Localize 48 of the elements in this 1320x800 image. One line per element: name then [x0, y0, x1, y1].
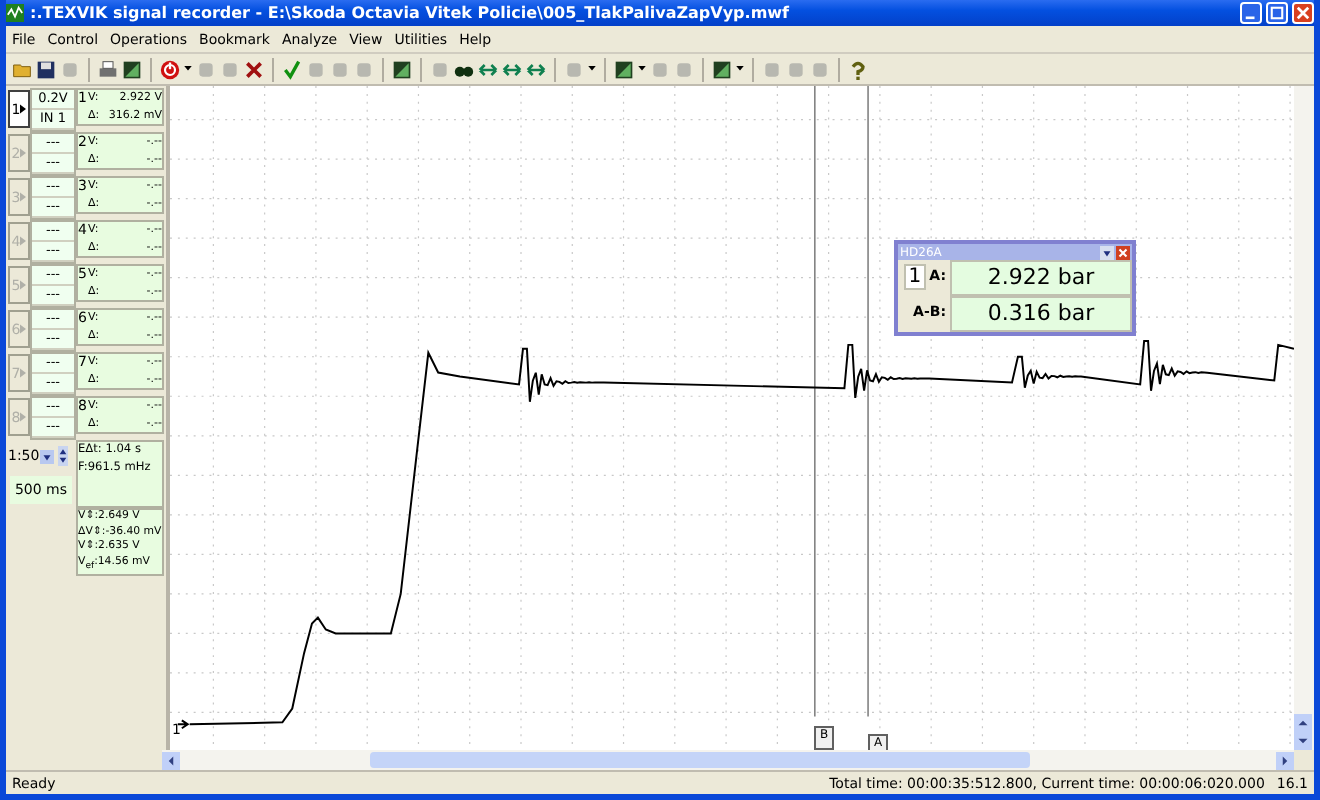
folder-icon[interactable] [12, 59, 32, 79]
close-button[interactable] [1292, 2, 1314, 24]
delete-icon[interactable] [244, 59, 264, 79]
trace-arrow-icon [176, 719, 190, 730]
dropdown-icon[interactable] [1100, 245, 1114, 259]
maximize-icon [1270, 6, 1284, 20]
scroll-thumb[interactable] [370, 752, 1030, 768]
arrows-icon[interactable] [502, 59, 522, 79]
dropdown-arrow-icon[interactable] [588, 66, 596, 72]
printer-icon[interactable] [98, 59, 118, 79]
arrow-icon [20, 412, 27, 422]
dropdown-arrow-icon[interactable] [184, 66, 192, 72]
close-icon[interactable] [1116, 245, 1130, 259]
help-icon[interactable] [848, 59, 868, 79]
arrow-icon [20, 236, 27, 246]
arrow-icon [20, 324, 27, 334]
scroll-right-icon[interactable] [1276, 751, 1294, 769]
image-icon[interactable] [392, 59, 412, 79]
arrow-icon [20, 368, 27, 378]
arrows-icon[interactable] [526, 59, 546, 79]
image-icon[interactable] [122, 59, 142, 79]
arrow-icon [20, 104, 27, 114]
arrows-icon[interactable] [478, 59, 498, 79]
scroll-down-icon[interactable] [1294, 732, 1312, 750]
minimize-button[interactable] [1240, 2, 1262, 24]
image-icon[interactable] [614, 59, 634, 79]
readout-value: 2.922 bar [950, 260, 1132, 296]
save-icon[interactable] [36, 59, 56, 79]
readout-value: 0.316 bar [950, 296, 1132, 332]
power-icon[interactable] [160, 59, 180, 79]
horizontal-scrollbar[interactable] [162, 750, 1294, 770]
window-title: :.TEXVIK signal recorder - E:\Skoda Octavia Vitek Policie\005_TlakPalivaZapVyp.mwf [30, 4, 792, 22]
arrow-icon [20, 148, 27, 158]
dropdown-arrow-icon[interactable] [638, 66, 646, 72]
spinner-icon[interactable] [58, 446, 68, 466]
arrow-icon [20, 280, 27, 290]
channel-number: 1 [904, 263, 926, 289]
app-icon [6, 4, 24, 22]
maximize-button[interactable] [1266, 2, 1288, 24]
dropdown-arrow-icon[interactable] [40, 449, 54, 463]
scroll-up-icon[interactable] [1294, 714, 1312, 732]
checkmark-icon[interactable] [282, 59, 302, 79]
vertical-scrollbar[interactable] [1294, 86, 1314, 750]
image-icon[interactable] [712, 59, 732, 79]
close-icon [1296, 6, 1310, 20]
scroll-left-icon[interactable] [162, 751, 180, 769]
arrow-icon [20, 192, 27, 202]
dropdown-arrow-icon[interactable] [736, 66, 744, 72]
